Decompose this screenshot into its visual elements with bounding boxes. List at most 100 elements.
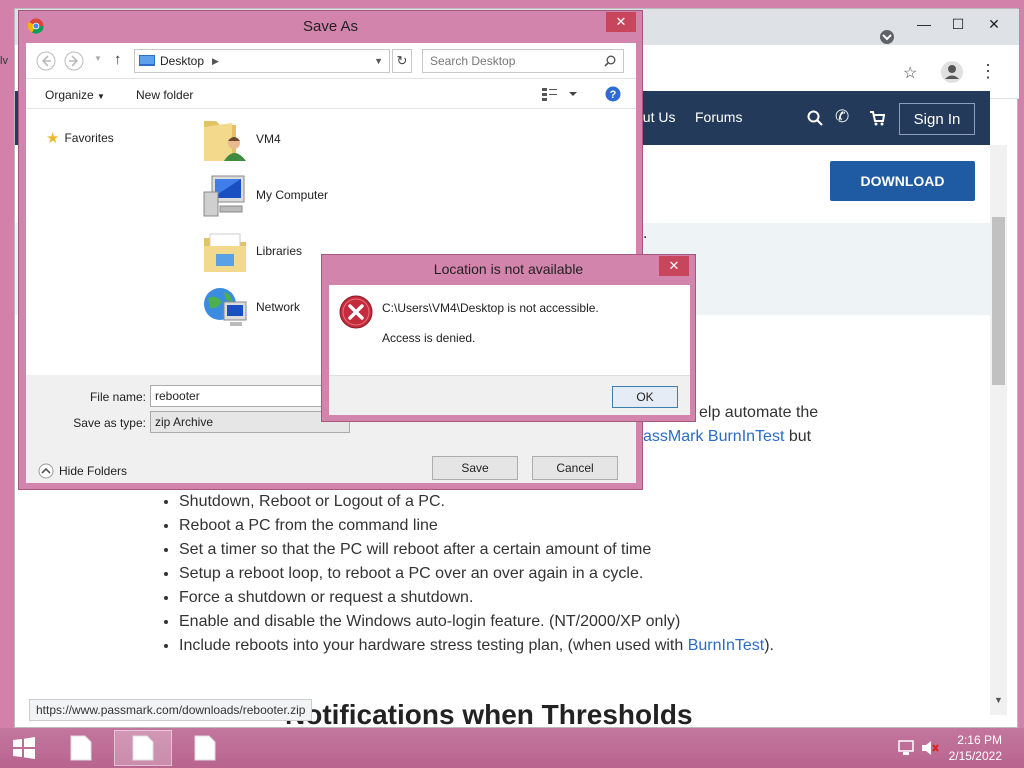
burnintest-link[interactable]: assMark BurnInTest bbox=[643, 428, 784, 445]
ok-button[interactable]: OK bbox=[612, 386, 678, 408]
list-item-libraries[interactable]: Libraries bbox=[202, 225, 302, 277]
list-item: Enable and disable the Windows auto-logi… bbox=[179, 610, 774, 634]
list-item: Setup a reboot loop, to reboot a PC over… bbox=[179, 562, 774, 586]
save-as-title: Save As bbox=[302, 17, 359, 35]
cancel-button[interactable]: Cancel bbox=[532, 456, 618, 480]
cart-icon[interactable] bbox=[869, 110, 885, 126]
forward-icon[interactable] bbox=[64, 51, 84, 71]
document-icon bbox=[70, 735, 92, 761]
taskbar-clock[interactable]: 2:16 PM 2/15/2022 bbox=[949, 732, 1002, 764]
save-as-type-select[interactable]: zip Archive bbox=[150, 411, 350, 433]
file-name-input[interactable]: rebooter bbox=[150, 385, 350, 407]
navigation-pane: ★ Favorites bbox=[26, 109, 186, 375]
list-item-my-computer[interactable]: My Computer bbox=[202, 169, 328, 221]
star-icon: ★ bbox=[46, 130, 60, 147]
browser-menu-icon[interactable]: ⋮ bbox=[979, 61, 997, 82]
error-dialog-title: Location is not available bbox=[433, 261, 584, 277]
feature-list: Shutdown, Reboot or Logout of a PC. Rebo… bbox=[163, 490, 774, 658]
profile-dot-icon[interactable] bbox=[879, 29, 895, 45]
back-icon[interactable] bbox=[36, 51, 56, 71]
item-label: My Computer bbox=[256, 188, 329, 202]
breadcrumb-chevron-icon[interactable]: ▶ bbox=[212, 56, 219, 67]
nav-forums[interactable]: Forums bbox=[695, 109, 742, 125]
error-message: C:\Users\VM4\Desktop is not accessible. bbox=[382, 301, 599, 315]
taskbar-app-3[interactable] bbox=[176, 730, 234, 766]
list-item: Set a timer so that the PC will reboot a… bbox=[179, 538, 774, 562]
browser-close-button[interactable]: ✕ bbox=[977, 13, 1011, 35]
organize-label: Organize bbox=[45, 88, 94, 102]
volume-muted-icon[interactable] bbox=[921, 740, 939, 756]
taskbar-app-1[interactable] bbox=[52, 730, 110, 766]
location-dropdown-icon[interactable]: ▼ bbox=[374, 56, 383, 66]
band-text: . bbox=[643, 225, 648, 242]
save-button[interactable]: Save bbox=[432, 456, 518, 480]
taskbar-app-2[interactable] bbox=[114, 730, 172, 766]
new-folder-button[interactable]: New folder bbox=[136, 88, 193, 102]
sign-in-button[interactable]: Sign In bbox=[899, 103, 975, 135]
address-bar: ▼ ↑ Desktop ▶ ▼ ↻ Search Desktop bbox=[26, 43, 636, 79]
document-icon bbox=[194, 735, 216, 761]
location-error-dialog: Location is not available ✕ C:\Users\VM4… bbox=[321, 254, 696, 422]
search-icon[interactable] bbox=[807, 110, 823, 126]
desktop-edge-text: lv bbox=[0, 55, 8, 67]
collapse-up-icon bbox=[38, 463, 54, 479]
save-as-type-label: Save as type: bbox=[73, 416, 146, 430]
intro-text-line2-rest: but bbox=[784, 428, 812, 445]
user-folder-icon bbox=[202, 115, 248, 163]
list-item-vm4[interactable]: VM4 bbox=[202, 113, 281, 165]
item-label: VM4 bbox=[256, 132, 281, 146]
error-close-button[interactable]: ✕ bbox=[659, 256, 689, 276]
computer-icon bbox=[202, 172, 248, 218]
refresh-icon: ↻ bbox=[396, 53, 408, 68]
libraries-icon bbox=[202, 228, 248, 274]
error-detail: Access is denied. bbox=[382, 331, 476, 345]
clock-time: 2:16 PM bbox=[957, 733, 1002, 747]
help-icon[interactable]: ? bbox=[605, 86, 621, 102]
hide-folders-label: Hide Folders bbox=[59, 464, 128, 478]
recent-dropdown-icon[interactable]: ▼ bbox=[94, 54, 102, 63]
intro-text-line1: elp automate the bbox=[699, 404, 819, 421]
network-icon bbox=[202, 284, 248, 330]
download-button[interactable]: DOWNLOAD bbox=[830, 161, 975, 201]
item-label: Libraries bbox=[256, 244, 303, 258]
svg-text:?: ? bbox=[610, 89, 617, 101]
browser-maximize-button[interactable]: ☐ bbox=[941, 13, 975, 35]
document-icon bbox=[132, 735, 154, 761]
save-as-close-button[interactable]: ✕ bbox=[606, 12, 636, 32]
windows-logo-icon bbox=[13, 737, 35, 759]
file-name-label: File name: bbox=[89, 390, 146, 404]
location-box[interactable]: Desktop ▶ ▼ bbox=[134, 49, 390, 73]
list-item-network[interactable]: Network bbox=[202, 281, 300, 333]
bookmark-star-icon[interactable]: ☆ bbox=[903, 63, 917, 83]
status-bar-url: https://www.passmark.com/downloads/reboo… bbox=[29, 699, 313, 721]
list-item: Include reboots into your hardware stres… bbox=[179, 634, 774, 658]
list-item: Reboot a PC from the command line bbox=[179, 514, 774, 538]
page-scrollbar-thumb[interactable] bbox=[992, 217, 1005, 385]
up-arrow-icon[interactable]: ↑ bbox=[114, 51, 122, 68]
error-dialog-footer: OK bbox=[329, 375, 690, 415]
refresh-button[interactable]: ↻ bbox=[392, 49, 412, 73]
browser-minimize-button[interactable]: — bbox=[907, 13, 941, 35]
view-options-icon[interactable] bbox=[542, 87, 578, 101]
search-desktop-input[interactable]: Search Desktop bbox=[422, 49, 624, 73]
item-label: Network bbox=[256, 300, 301, 314]
profile-icon[interactable] bbox=[941, 61, 963, 83]
scroll-down-arrow-icon[interactable]: ▼ bbox=[994, 695, 1003, 705]
favorites-item[interactable]: ★ Favorites bbox=[46, 129, 114, 147]
search-placeholder: Search Desktop bbox=[430, 54, 516, 68]
phone-icon[interactable]: ✆ bbox=[835, 107, 849, 127]
taskbar: 2:16 PM 2/15/2022 bbox=[0, 728, 1024, 768]
location-text: Desktop bbox=[160, 54, 205, 68]
organize-menu[interactable]: Organize ▼ bbox=[45, 88, 105, 102]
error-icon bbox=[339, 295, 373, 329]
command-bar: Organize ▼ New folder ? bbox=[26, 79, 636, 109]
list-item: Force a shutdown or request a shutdown. bbox=[179, 586, 774, 610]
list-item: Shutdown, Reboot or Logout of a PC. bbox=[179, 490, 774, 514]
burnintest-link-2[interactable]: BurnInTest bbox=[688, 637, 764, 654]
start-button[interactable] bbox=[0, 730, 48, 766]
hide-folders-toggle[interactable]: Hide Folders bbox=[38, 463, 127, 479]
search-icon bbox=[604, 55, 616, 67]
intro-text-line2: assMark BurnInTest but bbox=[643, 428, 811, 446]
error-dialog-body: C:\Users\VM4\Desktop is not accessible. … bbox=[329, 285, 690, 415]
network-tray-icon[interactable] bbox=[897, 740, 915, 756]
